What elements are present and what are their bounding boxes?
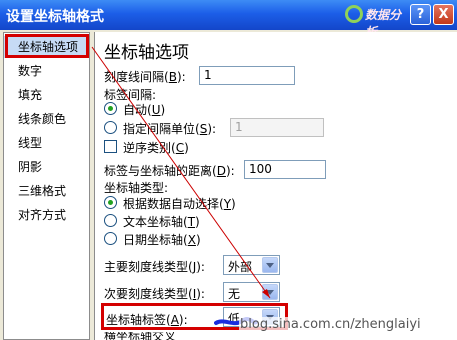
section-title: 坐标轴选项 [104,43,189,63]
nav-item-line-style[interactable]: 线型 [4,132,89,154]
axis-type-heading: 坐标轴类型: [104,181,169,195]
axis-type-auto-label: 根据数据自动选择(Y) [123,197,236,211]
tick-interval-label: 刻度线间隔(B): [104,70,186,84]
reverse-order-checkbox[interactable] [104,140,117,153]
category-nav: 坐标轴选项 数字 填充 线条颜色 线型 阴影 三维格式 对齐方式 [3,32,90,340]
site-watermark: blog.sina.com.cn/zhenglaiyi [239,317,422,332]
close-button[interactable]: X [433,4,454,25]
nav-item-line-color[interactable]: 线条颜色 [4,108,89,130]
axis-type-text-label: 文本坐标轴(T) [123,215,200,229]
nav-highlight-box [5,34,89,58]
minor-tick-label: 次要刻度线类型(I): [104,287,205,301]
auto-interval-label: 自动(U) [123,103,166,117]
axis-type-date-radio[interactable] [104,232,117,245]
interval-unit-input[interactable]: 1 [230,118,324,137]
axis-type-auto-radio[interactable] [104,196,117,209]
specify-interval-label: 指定间隔单位(S): [123,122,217,136]
auto-interval-radio[interactable] [104,102,117,115]
label-distance-input[interactable]: 100 [244,160,326,179]
minor-tick-value: 无 [228,287,241,301]
chevron-down-icon[interactable] [262,257,278,273]
title-bar: 设置坐标轴格式 数据分析 ? X [0,0,457,39]
reverse-order-label: 逆序类别(C) [123,141,189,155]
nav-item-number[interactable]: 数字 [4,60,89,82]
major-tick-select[interactable]: 外部 [223,255,280,275]
specify-interval-radio[interactable] [104,121,117,134]
crosses-label-partial: 横坐标轴交叉 [104,332,177,340]
nav-item-fill[interactable]: 填充 [4,84,89,106]
nav-item-3d-format[interactable]: 三维格式 [4,180,89,202]
watermark-circle-icon [345,5,363,23]
axis-type-date-label: 日期坐标轴(X) [123,233,201,247]
chevron-down-icon[interactable] [262,284,278,300]
nav-item-shadow[interactable]: 阴影 [4,156,89,178]
major-tick-value: 外部 [228,260,253,274]
watermark-logo: 数据分析 [345,3,407,39]
nav-item-alignment[interactable]: 对齐方式 [4,204,89,226]
axis-type-text-radio[interactable] [104,214,117,227]
window-title: 设置坐标轴格式 [6,9,104,25]
tick-interval-input[interactable]: 1 [199,66,295,85]
help-button[interactable]: ? [410,4,431,25]
label-distance-label: 标签与坐标轴的距离(D): [104,164,235,178]
minor-tick-select[interactable]: 无 [223,282,280,302]
major-tick-label: 主要刻度线类型(J): [104,260,205,274]
